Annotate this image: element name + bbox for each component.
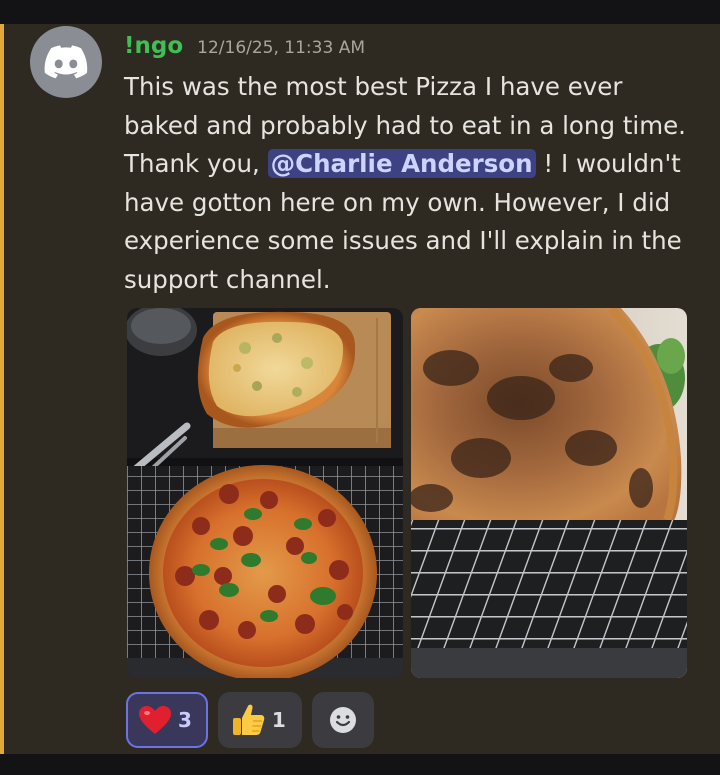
discord-logo-icon xyxy=(44,45,88,79)
reaction-count: 1 xyxy=(271,708,286,732)
message-header: !ngo 12/16/25, 11:33 AM xyxy=(124,33,365,63)
reaction-bar: 3 1 xyxy=(126,692,374,748)
mention-highlight-stripe xyxy=(0,24,4,754)
reaction-thumbs-up[interactable]: 1 xyxy=(217,692,302,748)
pizza-photo-overhead[interactable] xyxy=(127,308,403,678)
user-mention[interactable]: @Charlie Anderson xyxy=(267,149,536,178)
avatar[interactable] xyxy=(30,26,102,98)
timestamp: 12/16/25, 11:33 AM xyxy=(197,38,365,58)
top-bar xyxy=(0,0,720,24)
thumbs-up-icon xyxy=(232,704,265,735)
pizza-overhead-image xyxy=(127,308,403,678)
heart-icon xyxy=(139,706,171,734)
image-gallery xyxy=(127,308,687,678)
bottom-bar xyxy=(0,754,720,775)
pizza-underside-image xyxy=(411,308,687,678)
pizza-photo-underside[interactable] xyxy=(411,308,687,678)
smiley-icon xyxy=(329,707,356,733)
add-reaction-button[interactable] xyxy=(311,692,374,748)
reaction-heart[interactable]: 3 xyxy=(126,692,208,748)
chat-message[interactable]: !ngo 12/16/25, 11:33 AM This was the mos… xyxy=(0,24,720,754)
reaction-count: 3 xyxy=(178,708,192,732)
message-content: This was the most best Pizza I have ever… xyxy=(124,68,694,299)
username[interactable]: !ngo xyxy=(124,33,183,59)
